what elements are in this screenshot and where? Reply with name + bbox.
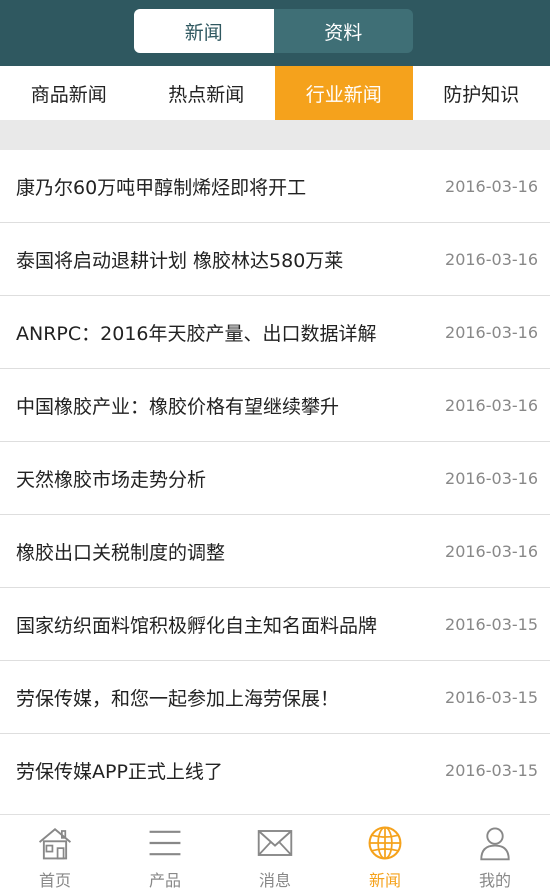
menu-icon xyxy=(143,825,187,861)
news-item[interactable]: 天然橡胶市场走势分析 2016-03-16 xyxy=(0,442,550,515)
tab-protection-knowledge[interactable]: 防护知识 xyxy=(413,66,550,120)
news-title: 橡胶出口关税制度的调整 xyxy=(16,538,437,565)
nav-news[interactable]: 新闻 xyxy=(330,815,440,891)
nav-messages[interactable]: 消息 xyxy=(220,815,330,891)
category-tabs: 商品新闻 热点新闻 行业新闻 防护知识 xyxy=(0,66,550,120)
news-item[interactable]: 康乃尔60万吨甲醇制烯烃即将开工 2016-03-16 xyxy=(0,150,550,223)
nav-products-label: 产品 xyxy=(149,867,181,891)
nav-messages-label: 消息 xyxy=(259,867,291,891)
news-item[interactable]: 橡胶出口关税制度的调整 2016-03-16 xyxy=(0,515,550,588)
home-icon xyxy=(33,825,77,861)
news-date: 2016-03-16 xyxy=(445,177,538,196)
top-bar: 新闻 资料 xyxy=(0,0,550,66)
segment-control: 新闻 资料 xyxy=(134,9,413,53)
news-title: 劳保传媒APP正式上线了 xyxy=(16,757,437,784)
globe-icon xyxy=(363,825,407,861)
news-date: 2016-03-15 xyxy=(445,615,538,634)
news-title: 康乃尔60万吨甲醇制烯烃即将开工 xyxy=(16,173,437,200)
news-item[interactable]: 泰国将启动退耕计划 橡胶林达580万莱 2016-03-16 xyxy=(0,223,550,296)
news-item[interactable]: 劳保传媒，和您一起参加上海劳保展！ 2016-03-15 xyxy=(0,661,550,734)
news-date: 2016-03-15 xyxy=(445,688,538,707)
news-date: 2016-03-16 xyxy=(445,469,538,488)
news-item[interactable]: 劳保传媒APP正式上线了 2016-03-15 xyxy=(0,734,550,807)
divider-strip xyxy=(0,120,550,150)
segment-materials[interactable]: 资料 xyxy=(274,9,414,53)
news-item[interactable]: ANRPC：2016年天胶产量、出口数据详解 2016-03-16 xyxy=(0,296,550,369)
news-title: ANRPC：2016年天胶产量、出口数据详解 xyxy=(16,319,437,346)
nav-profile-label: 我的 xyxy=(479,867,511,891)
tab-commodity-news[interactable]: 商品新闻 xyxy=(0,66,138,120)
news-date: 2016-03-16 xyxy=(445,396,538,415)
news-date: 2016-03-16 xyxy=(445,542,538,561)
news-date: 2016-03-16 xyxy=(445,323,538,342)
mail-icon xyxy=(253,825,297,861)
nav-home-label: 首页 xyxy=(39,867,71,891)
news-title: 泰国将启动退耕计划 橡胶林达580万莱 xyxy=(16,246,437,273)
news-list: 康乃尔60万吨甲醇制烯烃即将开工 2016-03-16 泰国将启动退耕计划 橡胶… xyxy=(0,150,550,807)
news-title: 中国橡胶产业：橡胶价格有望继续攀升 xyxy=(16,392,437,419)
news-title: 天然橡胶市场走势分析 xyxy=(16,465,437,492)
nav-products[interactable]: 产品 xyxy=(110,815,220,891)
segment-news[interactable]: 新闻 xyxy=(134,9,274,53)
bottom-nav: 首页 产品 消息 新闻 我的 xyxy=(0,814,550,891)
nav-news-label: 新闻 xyxy=(369,867,401,891)
news-title: 劳保传媒，和您一起参加上海劳保展！ xyxy=(16,684,437,711)
news-title: 国家纺织面料馆积极孵化自主知名面料品牌 xyxy=(16,611,437,638)
nav-profile[interactable]: 我的 xyxy=(440,815,550,891)
news-date: 2016-03-15 xyxy=(445,761,538,780)
user-icon xyxy=(473,825,517,861)
news-date: 2016-03-16 xyxy=(445,250,538,269)
nav-home[interactable]: 首页 xyxy=(0,815,110,891)
tab-industry-news[interactable]: 行业新闻 xyxy=(275,66,413,120)
news-item[interactable]: 中国橡胶产业：橡胶价格有望继续攀升 2016-03-16 xyxy=(0,369,550,442)
tab-hot-news[interactable]: 热点新闻 xyxy=(138,66,276,120)
news-item[interactable]: 国家纺织面料馆积极孵化自主知名面料品牌 2016-03-15 xyxy=(0,588,550,661)
